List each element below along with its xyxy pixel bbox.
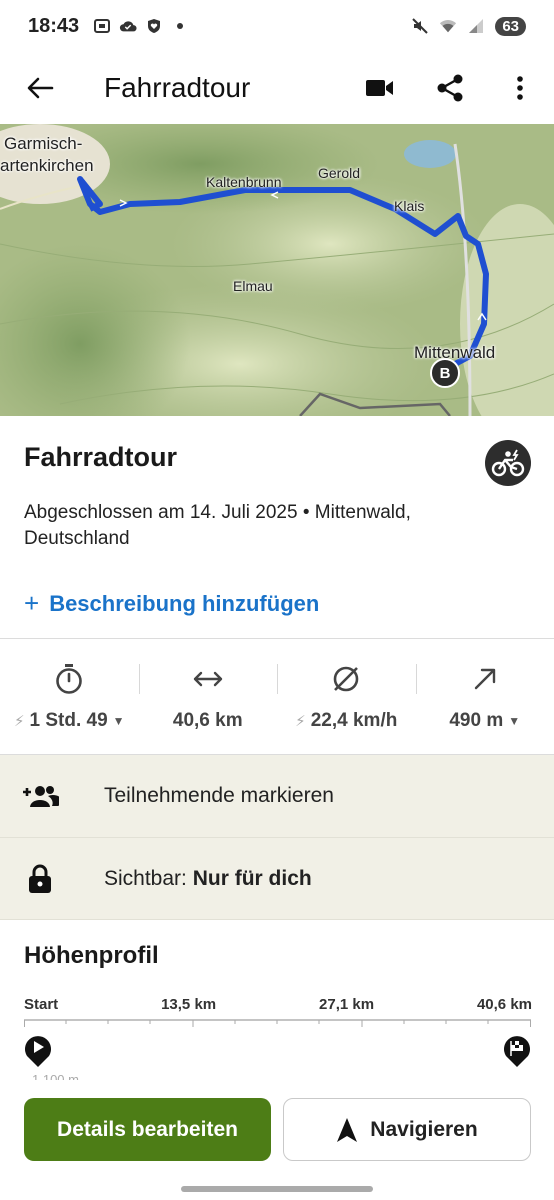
back-button[interactable] — [20, 68, 60, 108]
stopwatch-icon — [52, 662, 86, 696]
add-people-icon — [20, 776, 60, 816]
signal-icon — [467, 17, 485, 35]
app-bar-actions — [356, 64, 554, 112]
map-label-gerold: Gerold — [318, 165, 361, 181]
map-label-klais: Klais — [394, 198, 425, 214]
share-button[interactable] — [426, 64, 474, 112]
stat-distance-value: 40,6 km — [172, 710, 243, 731]
divider — [0, 638, 554, 639]
caret-down-icon: ▼ — [508, 714, 521, 728]
map-label-mittenwald: Mittenwald — [414, 343, 496, 362]
distance-icon — [191, 662, 225, 696]
status-icons-right: 63 — [411, 16, 526, 36]
elevation-tick: 40,6 km — [476, 996, 532, 1013]
stats-row: ⚡ 1 Std. 49 ▼ 40,6 km ⚡ 22,4 km/h 490 m … — [0, 640, 554, 754]
wifi-icon — [439, 17, 457, 35]
stat-duration-value: 1 Std. 49 — [29, 710, 108, 731]
bottom-action-bar: Details bearbeiten Navigieren — [0, 1080, 554, 1200]
stat-ascent-value: 490 m — [449, 710, 504, 731]
edit-details-label: Details bearbeiten — [57, 1117, 238, 1141]
status-icons-left — [93, 17, 189, 35]
app-bar: Fahrradtour — [0, 52, 554, 124]
tag-participants-row[interactable]: Teilnehmende markieren — [0, 755, 554, 837]
status-time: 18:43 — [28, 14, 80, 37]
cloud-check-icon — [119, 17, 137, 35]
elevation-title: Höhenprofil — [24, 942, 159, 969]
visibility-label: Sichtbar: — [104, 867, 187, 890]
start-flag-icon — [25, 1036, 51, 1067]
route-map[interactable]: Garmisch- artenkirchen Kaltenbrunn Gerol… — [0, 124, 554, 416]
battery-indicator: 63 — [495, 16, 526, 36]
ascent-icon — [468, 662, 502, 696]
divider — [0, 919, 554, 920]
visibility-value: Nur für dich — [192, 867, 312, 890]
elevation-tick: Start — [24, 996, 59, 1013]
lock-icon — [20, 859, 60, 899]
navigate-label: Navigieren — [370, 1117, 478, 1141]
end-marker[interactable]: B — [430, 358, 460, 388]
elevation-ruler — [24, 1019, 531, 1027]
map-label-kaltenbrunn: Kaltenbrunn — [206, 174, 282, 190]
caret-down-icon: ▼ — [112, 714, 125, 728]
video-button[interactable] — [356, 64, 404, 112]
video-icon — [366, 80, 393, 96]
bolt-icon: ⚡ — [295, 713, 306, 730]
dot-icon — [171, 17, 189, 35]
heart-shield-icon — [145, 17, 163, 35]
more-vert-icon — [517, 76, 523, 100]
stat-speed-value: 22,4 km/h — [310, 710, 398, 731]
add-description-label: Beschreibung hinzufügen — [49, 590, 320, 616]
more-button[interactable] — [496, 64, 544, 112]
elevation-tick: 13,5 km — [161, 996, 217, 1013]
add-description-link[interactable]: + Beschreibung hinzufügen — [24, 588, 319, 619]
ebike-icon — [491, 449, 525, 477]
finish-flag-icon — [504, 1036, 530, 1067]
mute-icon — [411, 17, 429, 35]
plus-icon: + — [24, 588, 40, 618]
share-icon — [437, 74, 463, 102]
stat-ascent[interactable]: 490 m ▼ — [415, 640, 554, 754]
home-indicator[interactable] — [181, 1186, 373, 1192]
visibility-row[interactable]: Sichtbar: Nur für dich — [0, 838, 554, 920]
tag-participants-label: Teilnehmende markieren — [104, 784, 334, 807]
stat-speed: ⚡ 22,4 km/h — [277, 640, 416, 754]
tour-meta: Abgeschlossen am 14. Juli 2025 • Mittenw… — [24, 502, 411, 549]
sport-type-badge[interactable] — [485, 440, 531, 486]
back-arrow-icon — [27, 77, 54, 99]
average-icon — [329, 662, 363, 696]
navigate-button[interactable]: Navigieren — [283, 1098, 531, 1161]
screenshot-icon — [93, 17, 111, 35]
stat-distance: 40,6 km — [138, 640, 278, 754]
page-title: Fahrradtour — [104, 72, 251, 103]
stat-duration[interactable]: ⚡ 1 Std. 49 ▼ — [0, 640, 139, 754]
elevation-axis: Start 13,5 km 27,1 km 40,6 km — [24, 996, 532, 1013]
elevation-tick: 27,1 km — [319, 996, 375, 1013]
tour-title: Fahrradtour — [24, 442, 178, 472]
map-label-garmisch: Garmisch- — [4, 134, 83, 153]
status-bar: 18:43 63 — [0, 0, 554, 52]
bolt-icon: ⚡ — [13, 713, 25, 730]
navigation-arrow-icon — [337, 1117, 358, 1142]
map-label-garmisch-2: artenkirchen — [0, 156, 94, 175]
edit-details-button[interactable]: Details bearbeiten — [24, 1098, 271, 1161]
map-label-elmau: Elmau — [233, 278, 273, 294]
